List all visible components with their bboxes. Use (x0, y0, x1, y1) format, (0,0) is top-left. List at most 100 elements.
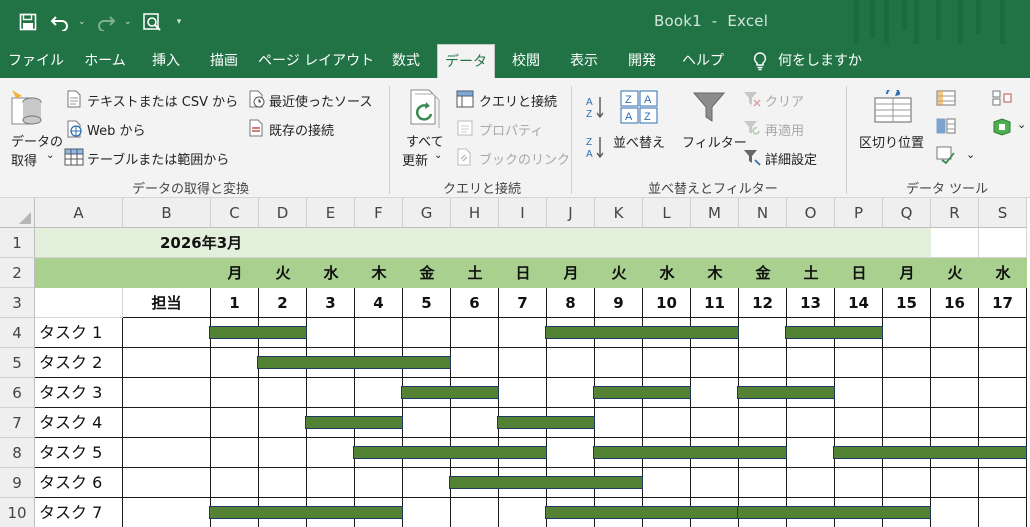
cell[interactable] (691, 378, 739, 408)
task-bar[interactable] (737, 386, 835, 399)
task-bar[interactable] (833, 446, 1027, 459)
cell[interactable] (643, 408, 691, 438)
task-bar[interactable] (785, 326, 883, 339)
row-header-8[interactable]: 8 (0, 438, 35, 468)
cell[interactable] (259, 408, 307, 438)
cell[interactable] (835, 348, 883, 378)
cell[interactable] (691, 468, 739, 498)
data-model-icon[interactable] (992, 118, 1012, 140)
text-to-columns-button[interactable]: 区切り位置 (859, 132, 924, 151)
select-all-button[interactable] (0, 198, 35, 228)
cell[interactable] (739, 468, 787, 498)
redo-dropdown-icon[interactable]: ⌄ (124, 17, 134, 27)
cell[interactable] (259, 468, 307, 498)
cell[interactable] (123, 348, 211, 378)
cell[interactable] (883, 408, 931, 438)
cell[interactable] (691, 348, 739, 378)
weekday-cell[interactable]: 金 (403, 258, 451, 288)
task-bar[interactable] (545, 326, 739, 339)
column-header-h[interactable]: H (451, 198, 499, 228)
weekday-cell[interactable]: 金 (739, 258, 787, 288)
cell[interactable] (979, 468, 1027, 498)
task-bar[interactable] (209, 326, 307, 339)
task-name-cell[interactable]: タスク 5 (35, 438, 123, 468)
row-header-1[interactable]: 1 (0, 228, 35, 258)
cell[interactable] (211, 408, 259, 438)
tab-formulas[interactable]: 数式 (380, 44, 432, 78)
task-name-cell[interactable]: タスク 2 (35, 348, 123, 378)
cell[interactable] (307, 318, 355, 348)
task-name-cell[interactable]: タスク 4 (35, 408, 123, 438)
task-bar[interactable] (209, 506, 403, 519)
cell[interactable] (211, 468, 259, 498)
cell[interactable] (931, 228, 979, 258)
day-number-cell[interactable]: 4 (355, 288, 403, 318)
weekday-cell[interactable]: 木 (691, 258, 739, 288)
reapply-button[interactable]: 再適用 (765, 120, 804, 139)
cell[interactable] (355, 318, 403, 348)
cell[interactable] (883, 348, 931, 378)
weekday-cell[interactable]: 水 (307, 258, 355, 288)
cell[interactable] (979, 408, 1027, 438)
column-header-r[interactable]: R (931, 198, 979, 228)
row-header-3[interactable]: 3 (0, 288, 35, 318)
cell[interactable] (931, 498, 979, 527)
cell[interactable] (123, 468, 211, 498)
tab-view[interactable]: 表示 (558, 44, 610, 78)
day-number-cell[interactable]: 16 (931, 288, 979, 318)
task-name-cell[interactable]: タスク 6 (35, 468, 123, 498)
cell[interactable] (979, 378, 1027, 408)
column-header-l[interactable]: L (643, 198, 691, 228)
day-number-cell[interactable]: 10 (643, 288, 691, 318)
column-header-f[interactable]: F (355, 198, 403, 228)
day-number-cell[interactable]: 2 (259, 288, 307, 318)
task-bar[interactable] (545, 506, 739, 519)
cell[interactable] (499, 378, 547, 408)
cell[interactable] (883, 318, 931, 348)
tell-me-search[interactable]: 何をしますか (778, 44, 870, 78)
cell[interactable] (211, 378, 259, 408)
cell[interactable] (403, 468, 451, 498)
task-bar[interactable] (305, 416, 403, 429)
cell[interactable] (931, 468, 979, 498)
remove-duplicates-icon[interactable] (936, 118, 956, 138)
cell[interactable] (123, 318, 211, 348)
column-header-o[interactable]: O (787, 198, 835, 228)
cell[interactable] (547, 348, 595, 378)
cell[interactable] (307, 468, 355, 498)
sheet-title[interactable]: 2026年3月 (123, 228, 323, 258)
cell[interactable] (35, 288, 123, 318)
tab-file[interactable]: ファイル (4, 44, 68, 78)
task-bar[interactable] (353, 446, 547, 459)
day-number-cell[interactable]: 15 (883, 288, 931, 318)
column-header-e[interactable]: E (307, 198, 355, 228)
tab-developer[interactable]: 開発 (616, 44, 668, 78)
row-header-9[interactable]: 9 (0, 468, 35, 498)
cell[interactable] (403, 408, 451, 438)
cell[interactable] (787, 468, 835, 498)
weekday-cell[interactable]: 日 (499, 258, 547, 288)
assignee-header[interactable]: 担当 (123, 288, 211, 318)
cell[interactable] (451, 318, 499, 348)
cell[interactable] (307, 438, 355, 468)
cell[interactable] (979, 228, 1027, 258)
sort-ascending-icon[interactable]: AZ (585, 94, 607, 124)
cell[interactable] (499, 318, 547, 348)
cell[interactable] (259, 438, 307, 468)
consolidate-icon[interactable] (992, 90, 1012, 110)
cell[interactable] (835, 468, 883, 498)
cell[interactable] (739, 318, 787, 348)
weekday-cell[interactable]: 日 (835, 258, 883, 288)
cell[interactable] (123, 498, 211, 527)
task-bar[interactable] (593, 386, 691, 399)
weekday-cell[interactable]: 土 (451, 258, 499, 288)
column-header-b[interactable]: B (123, 198, 211, 228)
weekday-cell[interactable]: 火 (931, 258, 979, 288)
day-number-cell[interactable]: 6 (451, 288, 499, 318)
weekday-cell[interactable]: 土 (787, 258, 835, 288)
task-name-cell[interactable]: タスク 1 (35, 318, 123, 348)
column-header-j[interactable]: J (547, 198, 595, 228)
task-bar[interactable] (737, 506, 931, 519)
cell[interactable] (547, 438, 595, 468)
day-number-cell[interactable]: 17 (979, 288, 1027, 318)
